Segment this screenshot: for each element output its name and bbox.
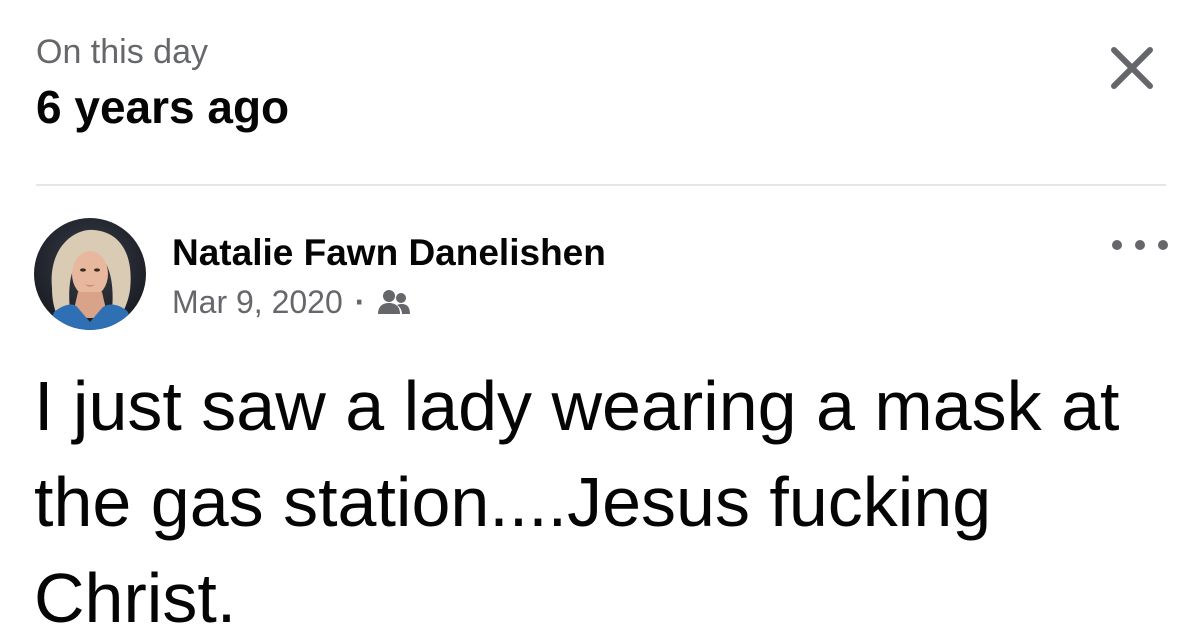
friends-icon[interactable] (377, 288, 411, 316)
on-this-day-label: On this day (36, 33, 208, 71)
header-divider (36, 184, 1166, 186)
author-name[interactable]: Natalie Fawn Danelishen (172, 230, 606, 276)
memory-header: On this day 6 years ago (36, 30, 289, 136)
avatar[interactable] (34, 218, 146, 330)
post-meta: Mar 9, 2020 · (172, 282, 411, 322)
meta-separator: · (354, 283, 366, 320)
close-icon (1111, 47, 1153, 89)
memory-title: 6 years ago (36, 81, 290, 133)
more-options-button[interactable] (1112, 230, 1168, 260)
more-options-icon-dot (1158, 240, 1168, 250)
more-options-icon-dot (1135, 240, 1145, 250)
memory-screen: On this day 6 years ago Natalie Fawn Dan… (0, 0, 1200, 640)
post-date[interactable]: Mar 9, 2020 (172, 284, 343, 321)
post-text: I just saw a lady wearing a mask at the … (34, 367, 1120, 637)
close-button[interactable] (1102, 38, 1162, 98)
more-options-icon-dot (1112, 240, 1122, 250)
